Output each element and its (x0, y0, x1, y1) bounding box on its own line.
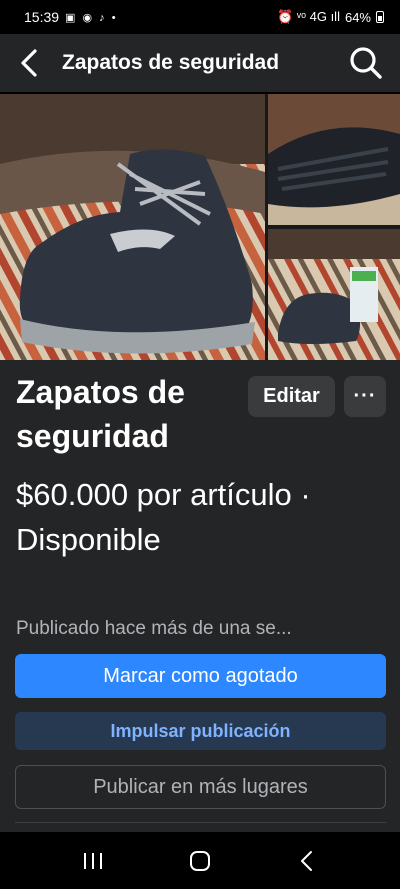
mark-sold-button[interactable]: Marcar como agotado (15, 654, 386, 698)
home-button[interactable] (170, 839, 230, 883)
shoe-sole-image (268, 94, 400, 225)
shoe-tag-image (268, 229, 400, 360)
system-icons: ⏰ ᵛᵒ 4G ıll (277, 9, 340, 24)
edit-button[interactable]: Editar (248, 376, 335, 417)
recent-apps-icon (84, 852, 103, 869)
home-icon (189, 850, 210, 871)
back-button[interactable] (14, 43, 44, 83)
search-icon (350, 47, 382, 79)
notification-icons: ▣ ◉ ♪ • (65, 11, 118, 24)
product-photo-label[interactable] (268, 229, 400, 360)
status-right: ⏰ ᵛᵒ 4G ıll 64% (277, 9, 384, 25)
search-button[interactable] (346, 43, 386, 83)
published-time: Publicado hace más de una se... (16, 618, 292, 639)
photo-gallery (0, 94, 400, 360)
status-left: 15:39 ▣ ◉ ♪ • (24, 9, 118, 25)
more-icon: ··· (353, 385, 377, 407)
system-back-button[interactable] (277, 839, 337, 883)
page-title: Zapatos de seguridad (62, 51, 280, 74)
listing-details: Zapatos de seguridad Editar ··· $60.000 … (0, 360, 400, 832)
clock: 15:39 (24, 9, 60, 25)
battery-icon (376, 11, 384, 23)
product-photo-main[interactable] (0, 94, 265, 360)
status-bar: 15:39 ▣ ◉ ♪ • ⏰ ᵛᵒ 4G ıll 64% (0, 0, 400, 34)
chevron-left-icon (21, 49, 37, 77)
system-nav-bar (0, 832, 400, 889)
more-options-button[interactable]: ··· (344, 376, 386, 417)
battery-percent: 64% (344, 9, 371, 25)
publish-more-places-button[interactable]: Publicar en más lugares (15, 765, 386, 809)
product-photo-sole[interactable] (268, 94, 400, 225)
shoe-side-image (0, 94, 265, 360)
price-availability: $60.000 por artículo · Disponible (16, 477, 311, 557)
back-icon (300, 850, 312, 871)
divider (15, 822, 386, 823)
boost-listing-button[interactable]: Impulsar publicación (15, 712, 386, 750)
listing-title: Zapatos de seguridad (16, 374, 185, 454)
app-bar: Zapatos de seguridad (0, 34, 400, 92)
recent-apps-button[interactable] (63, 839, 123, 883)
